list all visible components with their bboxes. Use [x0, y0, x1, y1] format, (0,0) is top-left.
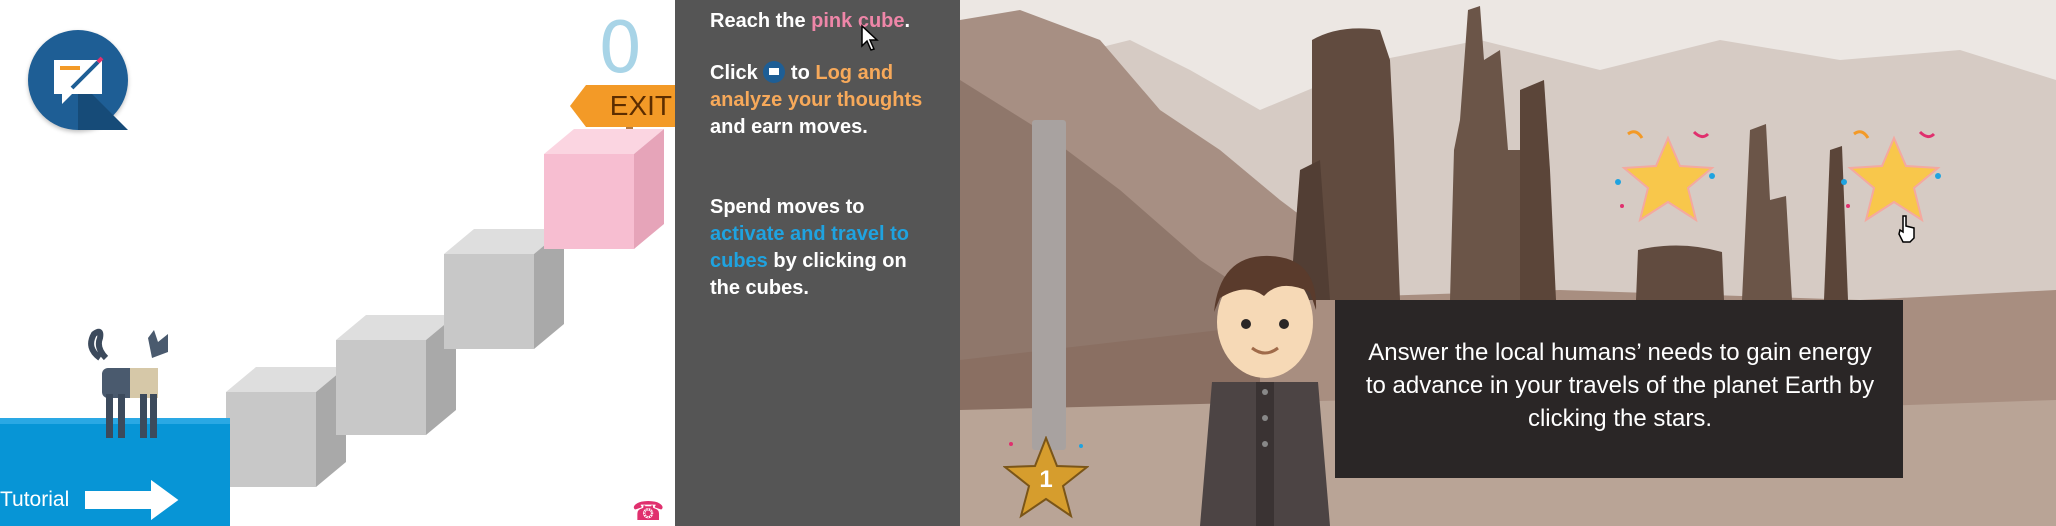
level-number: 1 [1039, 466, 1053, 493]
energy-bar [1032, 120, 1066, 450]
pink-cube-goal[interactable] [544, 129, 664, 249]
star-button-1[interactable] [1608, 126, 1728, 236]
instruction-spend: Spend moves to activate and travel to cu… [710, 196, 909, 299]
cube-3[interactable] [444, 229, 564, 349]
hand-pointer-icon [1898, 215, 1915, 243]
tutorial-arrow-button[interactable] [84, 478, 180, 522]
instructions-panel: Reach the pink cube. Click to Log and an… [675, 0, 960, 526]
log-mini-icon [763, 61, 786, 83]
cat-avatar [88, 328, 168, 438]
cube-1[interactable] [226, 367, 346, 487]
moves-counter: 0 [598, 7, 643, 89]
local-human-character [1200, 255, 1330, 526]
instruction-reach: Reach the pink cube. [710, 10, 911, 32]
exit-sign: EXIT [570, 85, 675, 127]
log-thoughts-button[interactable] [28, 30, 128, 130]
edit-note-icon [54, 56, 128, 130]
cube-puzzle-panel: 0 EXIT Tutorial ☎ [0, 0, 675, 526]
instruction-log: Click to Log and analyze your thoughts a… [710, 61, 923, 138]
star-button-2[interactable] [1834, 126, 1954, 236]
tutorial-label: Tutorial [0, 488, 70, 511]
mouse-pointer-icon [861, 24, 879, 51]
message-text: Answer the local humans’ needs to gain e… [1365, 339, 1875, 432]
phone-icon[interactable]: ☎ [632, 496, 664, 526]
cube-2[interactable] [336, 315, 456, 435]
